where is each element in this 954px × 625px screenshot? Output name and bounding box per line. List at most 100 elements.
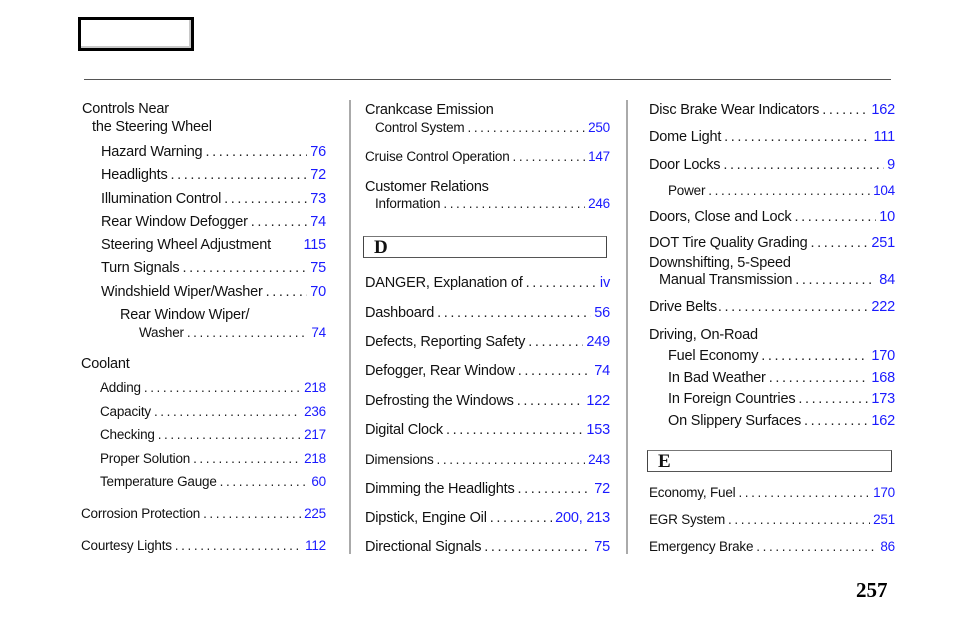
page-link[interactable]: 72 <box>310 167 326 183</box>
index-entry[interactable]: Doors, Close and Lock...................… <box>649 209 895 225</box>
entry-label: Dashboard <box>365 305 435 321</box>
index-entry[interactable]: Control System..........................… <box>375 120 610 135</box>
page-link[interactable]: 115 <box>303 237 326 253</box>
index-entry[interactable]: Corrosion Protection....................… <box>81 506 326 521</box>
page-link[interactable]: 173 <box>871 391 895 407</box>
index-entry[interactable]: Door Locks..............................… <box>649 157 895 173</box>
page-link[interactable]: 250 <box>588 120 610 135</box>
leader-dots: .................................. <box>489 510 552 526</box>
page-link[interactable]: 200, 213 <box>555 510 610 526</box>
index-entry[interactable]: Defogger, Rear Window...................… <box>365 363 610 379</box>
index-entry[interactable]: Digital Clock...........................… <box>365 422 610 438</box>
index-entry[interactable]: Fuel Economy............................… <box>668 348 895 364</box>
page-link[interactable]: 73 <box>310 191 326 207</box>
page-link[interactable]: 122 <box>586 393 610 409</box>
index-entry[interactable]: On Slippery Surfaces....................… <box>668 413 895 429</box>
entry-label: Hazard Warning <box>101 144 203 160</box>
page-link[interactable]: 225 <box>304 506 326 521</box>
index-entry[interactable]: Rear Window Defogger....................… <box>101 214 326 230</box>
page-link[interactable]: 222 <box>871 299 895 315</box>
page-link[interactable]: 243 <box>588 452 610 467</box>
index-entry[interactable]: Cruise Control Operation................… <box>365 149 610 164</box>
page-link[interactable]: 72 <box>594 481 610 497</box>
page-link[interactable]: 112 <box>305 538 326 553</box>
leader-dots: .................................. <box>182 260 308 276</box>
page-link[interactable]: 218 <box>304 380 326 395</box>
leader-dots: .................................. <box>794 209 877 225</box>
page-link[interactable]: 251 <box>873 512 895 527</box>
page-link[interactable]: 153 <box>586 422 610 438</box>
index-entry[interactable]: Dimming the Headlights..................… <box>365 481 610 497</box>
index-entry[interactable]: Headlights..............................… <box>101 167 326 183</box>
index-entry[interactable]: Washer..................................… <box>139 325 326 340</box>
index-entry[interactable]: Defects, Reporting Safety...............… <box>365 334 610 350</box>
page-link[interactable]: 86 <box>880 539 895 554</box>
page-link[interactable]: 84 <box>879 272 895 288</box>
page-link[interactable]: 218 <box>304 451 326 466</box>
page-link[interactable]: 162 <box>871 102 895 118</box>
page-link[interactable]: 170 <box>871 348 895 364</box>
index-entry[interactable]: Dome Light..............................… <box>649 129 895 145</box>
index-entry[interactable]: Information.............................… <box>375 196 610 211</box>
page-link[interactable]: 74 <box>311 325 326 340</box>
index-entry[interactable]: Steering Wheel Adjustment 115 <box>101 237 326 253</box>
page-link[interactable]: 168 <box>871 370 895 386</box>
index-entry[interactable]: Disc Brake Wear Indicators..............… <box>649 102 895 118</box>
index-entry[interactable]: Illumination Control....................… <box>101 191 326 207</box>
chapter-tab-box <box>78 17 194 51</box>
index-entry[interactable]: Adding..................................… <box>100 380 326 395</box>
index-heading: Driving, On-Road <box>649 327 758 343</box>
entry-label: Dimensions <box>365 452 434 467</box>
page-link[interactable]: 75 <box>310 260 326 276</box>
page-link[interactable]: 70 <box>310 284 326 300</box>
index-entry[interactable]: Windshield Wiper/Washer.................… <box>101 284 326 300</box>
page-link[interactable]: 9 <box>887 157 895 173</box>
index-entry[interactable]: In Foreign Countries....................… <box>668 391 895 407</box>
index-entry[interactable]: Economy, Fuel...........................… <box>649 485 895 500</box>
index-entry[interactable]: EGR System..............................… <box>649 512 895 527</box>
index-entry[interactable]: Temperature Gauge.......................… <box>100 474 326 489</box>
index-entry[interactable]: In Bad Weather..........................… <box>668 370 895 386</box>
page-link[interactable]: 217 <box>304 427 326 442</box>
page-link[interactable]: 60 <box>311 474 326 489</box>
page-link[interactable]: 251 <box>871 235 895 251</box>
index-entry[interactable]: DOT Tire Quality Grading................… <box>649 235 895 251</box>
page-link[interactable]: 236 <box>304 404 326 419</box>
index-entry[interactable]: Checking................................… <box>100 427 326 442</box>
index-entry[interactable]: Directional Signals.....................… <box>365 539 610 555</box>
page-link[interactable]: 170 <box>873 485 895 500</box>
index-entry[interactable]: DANGER, Explanation of..................… <box>365 275 610 291</box>
index-entry[interactable]: Capacity................................… <box>100 404 326 419</box>
index-entry[interactable]: Dipstick, Engine Oil....................… <box>365 510 610 526</box>
leader-dots: .................................. <box>798 391 868 407</box>
page-link[interactable]: 75 <box>594 539 610 555</box>
page-link[interactable]: 76 <box>310 144 326 160</box>
page-link[interactable]: 10 <box>879 209 895 225</box>
page-link[interactable]: 249 <box>586 334 610 350</box>
index-entry[interactable]: Hazard Warning..........................… <box>101 144 326 160</box>
page-link[interactable]: 56 <box>594 305 610 321</box>
index-entry[interactable]: Courtesy Lights.........................… <box>81 538 326 553</box>
page-link[interactable]: 104 <box>873 183 895 198</box>
index-entry[interactable]: Defrosting the Windows..................… <box>365 393 610 409</box>
leader-dots: .................................. <box>756 539 877 554</box>
page-link[interactable]: 147 <box>588 149 610 164</box>
page-number: 257 <box>856 578 888 602</box>
page-link[interactable]: iv <box>600 275 610 291</box>
index-entry[interactable]: Drive Belts.............................… <box>649 299 895 315</box>
entry-label: Dome Light <box>649 129 722 145</box>
section-letter-e: E <box>647 450 892 472</box>
index-entry[interactable]: Power..................................1… <box>668 183 895 198</box>
index-entry[interactable]: Dashboard...............................… <box>365 305 610 321</box>
entry-label: Emergency Brake <box>649 539 754 554</box>
index-entry[interactable]: Emergency Brake.........................… <box>649 539 895 554</box>
page-link[interactable]: 162 <box>871 413 895 429</box>
index-entry[interactable]: Dimensions..............................… <box>365 452 610 467</box>
index-entry[interactable]: Turn Signals............................… <box>101 260 326 276</box>
index-entry[interactable]: Manual Transmission.....................… <box>659 272 895 288</box>
index-entry[interactable]: Proper Solution.........................… <box>100 451 326 466</box>
page-link[interactable]: 111 <box>874 129 896 145</box>
page-link[interactable]: 246 <box>588 196 610 211</box>
page-link[interactable]: 74 <box>594 363 610 379</box>
page-link[interactable]: 74 <box>310 214 326 230</box>
